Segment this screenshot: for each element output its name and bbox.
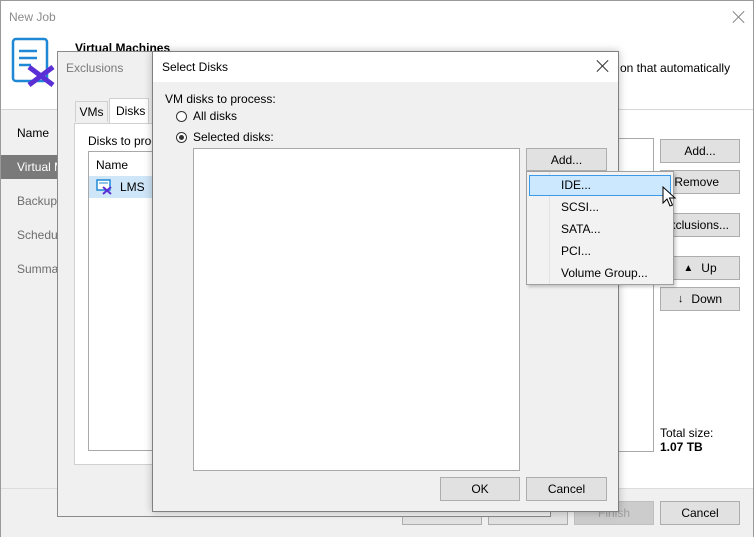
total-size-label: Total size:: [660, 426, 714, 440]
nav-item-name[interactable]: Name: [17, 126, 49, 140]
selected-disks-label[interactable]: Selected disks:: [193, 130, 274, 144]
add-disk-button[interactable]: Add...: [526, 148, 607, 171]
select-disks-title: Select Disks: [162, 60, 229, 74]
selected-disks-radio[interactable]: [176, 132, 187, 143]
nav-item-backup[interactable]: Backup: [17, 194, 57, 208]
tab-disks[interactable]: Disks: [109, 98, 149, 124]
ok-button[interactable]: OK: [440, 477, 520, 501]
nav-item-summary[interactable]: Summa: [17, 262, 58, 276]
vm-icon: [96, 179, 112, 195]
main-close-icon[interactable]: [732, 10, 746, 24]
move-down-button[interactable]: ↓ Down: [660, 287, 740, 311]
menu-item-volume-group[interactable]: Volume Group...: [549, 263, 671, 283]
tab-vms[interactable]: VMs: [75, 101, 108, 122]
all-disks-label[interactable]: All disks: [193, 109, 237, 123]
arrow-up-icon: ▲: [683, 262, 694, 274]
disks-to-process-label: Disks to proc: [88, 134, 158, 148]
list-row-lms-label: LMS: [120, 180, 145, 194]
arrow-down-icon: ↓: [677, 293, 684, 305]
mouse-cursor-icon: [662, 186, 676, 207]
window-title: New Job: [9, 10, 56, 24]
header-description: on that automatically: [620, 61, 731, 75]
exclusions-title: Exclusions: [66, 61, 124, 75]
main-cancel-button[interactable]: Cancel: [660, 501, 740, 525]
nav-item-schedule[interactable]: Schedul: [17, 228, 60, 242]
all-disks-radio[interactable]: [176, 111, 187, 122]
cancel-button[interactable]: Cancel: [526, 477, 607, 501]
total-size-value: 1.07 TB: [660, 440, 703, 454]
add-vm-button[interactable]: Add...: [660, 139, 740, 163]
list-row-lms[interactable]: LMS: [89, 176, 157, 198]
menu-item-ide[interactable]: IDE...: [549, 175, 671, 195]
add-disk-menu: IDE... SCSI... SATA... PCI... Volume Gro…: [526, 171, 674, 285]
menu-item-pci[interactable]: PCI...: [549, 241, 671, 261]
selected-disks-list[interactable]: [193, 148, 520, 471]
vm-disks-group-label: VM disks to process:: [165, 92, 276, 106]
select-disks-close-icon[interactable]: [596, 59, 610, 73]
job-icon: [11, 37, 57, 87]
menu-item-scsi[interactable]: SCSI...: [549, 197, 671, 217]
list-header-name[interactable]: Name: [96, 158, 128, 172]
menu-item-sata[interactable]: SATA...: [549, 219, 671, 239]
